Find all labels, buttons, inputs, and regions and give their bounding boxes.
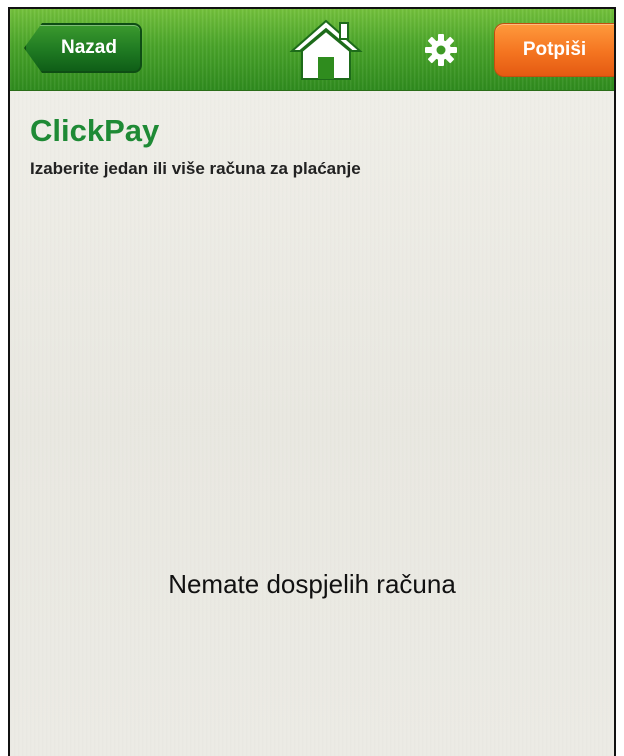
settings-button[interactable]: [422, 31, 460, 69]
back-button-label: Nazad: [61, 37, 117, 58]
home-icon: [289, 19, 363, 80]
gear-icon: [425, 34, 457, 66]
sign-button-label: Potpiši: [522, 39, 587, 60]
page-title: ClickPay: [30, 113, 160, 148]
page-subtitle: Izaberite jedan ili više računa za plaća…: [30, 159, 361, 178]
app-screen: Nazad Potpiši ClickPay Izaberite jedan i…: [8, 7, 616, 756]
back-button[interactable]: Nazad: [24, 23, 142, 73]
empty-state-message: Nemate dospjelih računa: [168, 569, 456, 599]
home-button[interactable]: [286, 15, 366, 85]
top-bar: Nazad Potpiši: [10, 9, 614, 91]
sign-button[interactable]: Potpiši: [494, 23, 614, 77]
